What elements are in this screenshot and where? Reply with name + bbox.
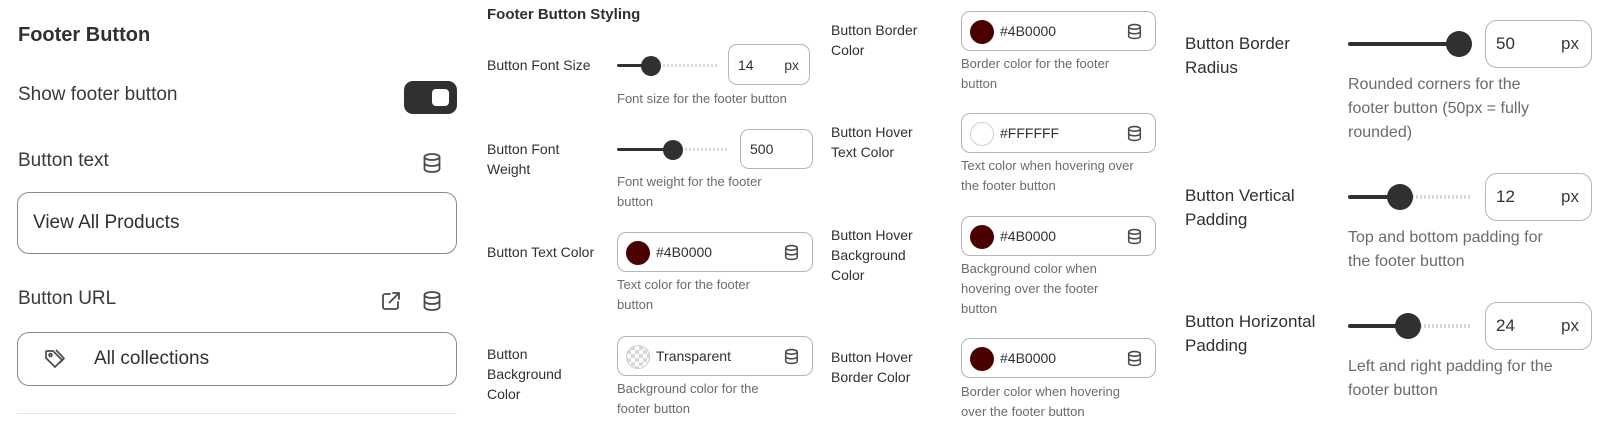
- external-link-icon[interactable]: [380, 290, 402, 312]
- hover-text-color-picker[interactable]: #FFFFFF: [961, 113, 1156, 153]
- horizontal-padding-slider[interactable]: [1348, 313, 1472, 339]
- toggle-knob: [432, 89, 449, 106]
- database-icon[interactable]: [1126, 23, 1143, 40]
- button-text-label: Button text: [18, 150, 109, 171]
- border-radius-slider[interactable]: [1348, 31, 1472, 57]
- slider-thumb[interactable]: [1387, 184, 1413, 210]
- horizontal-padding-unit: px: [1561, 316, 1579, 335]
- font-size-help: Font size for the footer button: [617, 91, 787, 106]
- hover-border-color-label: Button Hover Border Color: [831, 349, 913, 385]
- border-color-label: Button Border Color: [831, 22, 918, 58]
- database-icon[interactable]: [421, 290, 443, 312]
- button-url-label: Button URL: [18, 288, 117, 309]
- border-radius-label: Button Border Radius: [1185, 34, 1290, 77]
- hover-bg-color-label: Button Hover Background Color: [831, 227, 913, 283]
- database-icon[interactable]: [783, 348, 800, 365]
- section-title-footer-button: Footer Button: [18, 24, 151, 46]
- color-swatch: [970, 20, 994, 44]
- horizontal-padding-input[interactable]: 24 px: [1485, 302, 1592, 350]
- border-radius-help: Rounded corners for the footer button (50…: [1348, 76, 1529, 141]
- slider-thumb[interactable]: [663, 140, 683, 160]
- text-color-picker[interactable]: #4B0000: [617, 232, 813, 272]
- color-swatch: [626, 241, 650, 265]
- border-color-value: #4B0000: [1000, 23, 1057, 39]
- button-text-value: View All Products: [33, 212, 180, 233]
- hover-bg-color-value: #4B0000: [1000, 228, 1057, 244]
- vertical-padding-slider[interactable]: [1348, 184, 1472, 210]
- text-color-label: Button Text Color: [487, 244, 595, 260]
- font-size-unit: px: [784, 56, 799, 73]
- section-title-footer-button-styling: Footer Button Styling: [487, 6, 641, 23]
- show-footer-button-label: Show footer button: [18, 84, 178, 105]
- vertical-padding-unit: px: [1561, 187, 1579, 206]
- font-size-label: Button Font Size: [487, 57, 591, 73]
- font-weight-label: Button Font Weight: [487, 141, 560, 177]
- font-weight-slider[interactable]: [617, 140, 729, 160]
- database-icon[interactable]: [1126, 350, 1143, 367]
- horizontal-padding-label: Button Horizontal Padding: [1185, 312, 1316, 355]
- font-weight-input[interactable]: 500: [740, 129, 813, 169]
- database-icon[interactable]: [1126, 125, 1143, 142]
- tag-icon: [42, 346, 68, 372]
- show-footer-button-toggle[interactable]: [404, 81, 457, 114]
- divider: [17, 413, 457, 414]
- transparent-swatch: [626, 345, 650, 369]
- color-swatch: [970, 225, 994, 249]
- border-radius-unit: px: [1561, 34, 1579, 53]
- vertical-padding-input[interactable]: 12 px: [1485, 173, 1592, 221]
- hover-text-color-value: #FFFFFF: [1000, 125, 1060, 141]
- text-color-help: Text color for the footer button: [617, 277, 750, 312]
- vertical-padding-help: Top and bottom padding for the footer but…: [1348, 229, 1543, 270]
- hover-border-color-picker[interactable]: #4B0000: [961, 338, 1156, 378]
- hover-border-color-help: Border color when hovering over the foote…: [961, 384, 1120, 419]
- color-swatch: [970, 122, 994, 146]
- bg-color-value: Transparent: [656, 348, 731, 364]
- color-swatch: [970, 347, 994, 371]
- hover-text-color-label: Button Hover Text Color: [831, 124, 913, 160]
- font-size-value: 14: [738, 56, 754, 73]
- bg-color-picker[interactable]: Transparent: [617, 336, 813, 376]
- hover-bg-color-picker[interactable]: #4B0000: [961, 216, 1156, 256]
- database-icon[interactable]: [1126, 228, 1143, 245]
- hover-text-color-help: Text color when hovering over the footer …: [961, 158, 1134, 193]
- slider-thumb[interactable]: [1395, 313, 1421, 339]
- font-size-input[interactable]: 14 px: [728, 44, 810, 85]
- hover-border-color-value: #4B0000: [1000, 350, 1057, 366]
- button-url-value: All collections: [94, 348, 210, 369]
- horizontal-padding-value: 24: [1496, 316, 1515, 335]
- vertical-padding-value: 12: [1496, 187, 1515, 206]
- border-radius-value: 50: [1496, 34, 1515, 53]
- border-radius-input[interactable]: 50 px: [1485, 20, 1592, 68]
- text-color-value: #4B0000: [656, 244, 713, 260]
- border-color-help: Border color for the footer button: [961, 56, 1110, 91]
- slider-thumb[interactable]: [641, 56, 661, 76]
- slider-fill: [1348, 42, 1459, 46]
- button-text-input[interactable]: View All Products: [17, 192, 457, 254]
- horizontal-padding-help: Left and right padding for the footer but…: [1348, 358, 1553, 399]
- bg-color-help: Background color for the footer button: [617, 381, 759, 416]
- font-size-slider[interactable]: [617, 56, 717, 76]
- hover-bg-color-help: Background color when hovering over the f…: [961, 261, 1099, 316]
- font-weight-help: Font weight for the footer button: [617, 174, 762, 209]
- database-icon[interactable]: [783, 244, 800, 261]
- vertical-padding-label: Button Vertical Padding: [1185, 186, 1295, 229]
- bg-color-label: Button Background Color: [487, 346, 562, 402]
- database-icon[interactable]: [421, 152, 443, 174]
- font-weight-value: 500: [750, 141, 774, 157]
- slider-thumb[interactable]: [1446, 31, 1472, 57]
- button-url-picker[interactable]: All collections: [17, 332, 457, 386]
- border-color-picker[interactable]: #4B0000: [961, 11, 1156, 51]
